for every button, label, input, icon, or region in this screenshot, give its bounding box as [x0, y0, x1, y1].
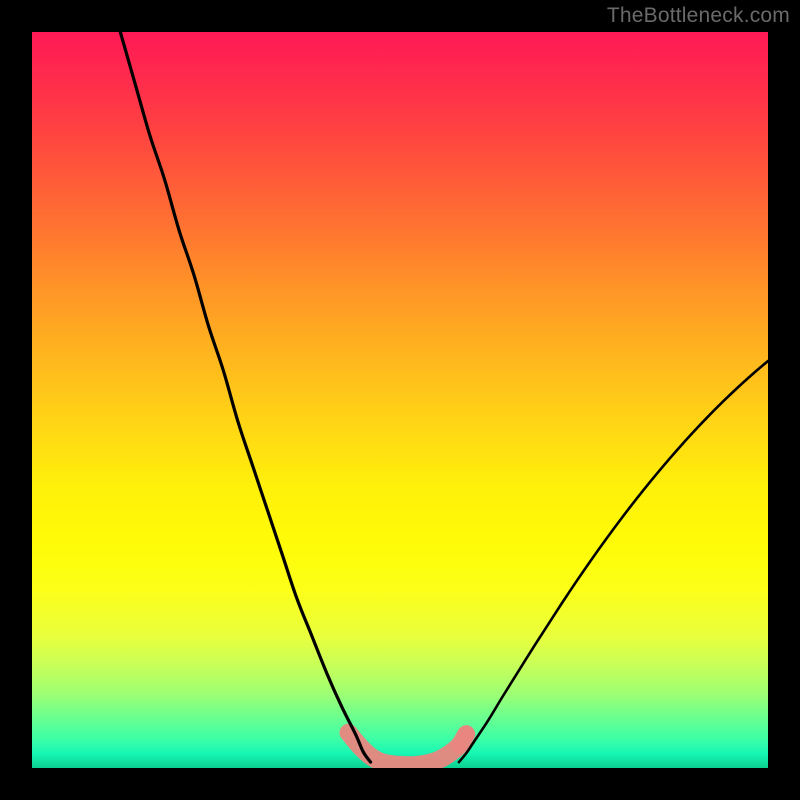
plot-area — [32, 32, 768, 768]
chart-frame: TheBottleneck.com — [0, 0, 800, 800]
right-curve — [459, 361, 768, 762]
watermark-text: TheBottleneck.com — [607, 4, 790, 28]
curves-svg — [32, 32, 768, 768]
left-curve — [120, 32, 370, 762]
